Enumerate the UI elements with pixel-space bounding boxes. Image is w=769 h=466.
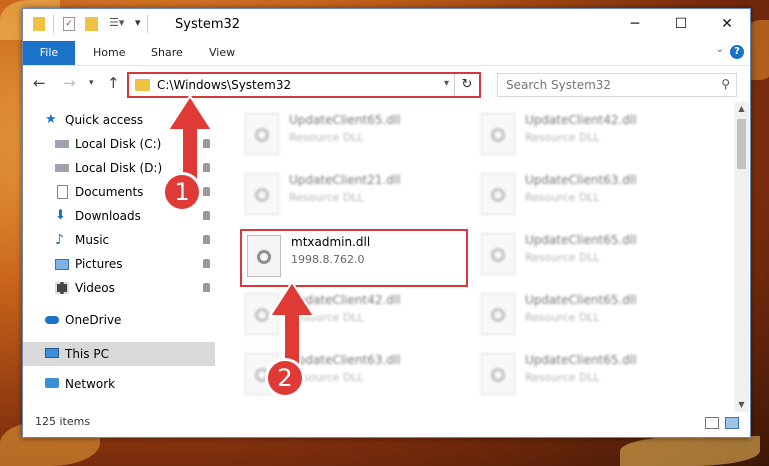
dll-file-icon (481, 233, 515, 275)
list-item[interactable]: UpdateClient65.dll Resource DLL (245, 109, 465, 161)
close-button[interactable]: ✕ (704, 9, 750, 39)
file-description: Resource DLL (525, 311, 600, 324)
file-name: UpdateClient65.dll (525, 353, 637, 367)
sidebar-item-label: Pictures (75, 257, 123, 271)
separator (53, 15, 54, 33)
file-name: UpdateClient63.dll (525, 173, 637, 187)
file-description: Resource DLL (525, 371, 600, 384)
window-title: System32 (175, 17, 241, 32)
sidebar-item-label: Downloads (75, 209, 141, 223)
network-icon (45, 378, 59, 388)
dll-file-icon (481, 353, 515, 395)
file-name: UpdateClient65.dll (525, 233, 637, 247)
dll-file-icon (245, 173, 279, 215)
list-item[interactable]: UpdateClient65.dll Resource DLL (481, 229, 701, 281)
file-description: Resource DLL (525, 191, 600, 204)
dll-file-icon (481, 173, 515, 215)
picture-icon (55, 259, 69, 270)
star-icon: ★ (45, 112, 57, 127)
cloud-icon (45, 316, 59, 324)
background-leaf (620, 436, 760, 466)
video-icon (55, 282, 69, 294)
sidebar-item-label: Local Disk (C:) (75, 137, 162, 151)
search-input[interactable] (504, 77, 708, 93)
callout-badge-1: 1 (162, 172, 202, 212)
document-icon (57, 185, 68, 199)
search-icon: ⚲ (721, 77, 730, 91)
recent-locations-icon[interactable]: ▾ (89, 78, 94, 88)
search-box[interactable]: ⚲ (497, 73, 737, 97)
file-description: Resource DLL (289, 131, 364, 144)
highlight-box (240, 229, 468, 287)
sidebar-item-label: Quick access (65, 113, 144, 127)
address-bar[interactable]: C:\Windows\System32 ▾ ↻ (127, 72, 481, 98)
title-bar: ✓ ☰▾ ▾ System32 ─ ☐ ✕ (23, 9, 750, 39)
download-icon: ⬇ (55, 208, 66, 223)
tab-view[interactable]: View (209, 41, 235, 65)
up-arrow-icon[interactable]: ↑ (107, 74, 120, 92)
tab-share[interactable]: Share (151, 41, 183, 65)
scroll-up-icon[interactable]: ▲ (734, 102, 749, 116)
dll-file-icon (481, 113, 515, 155)
file-description: Resource DLL (525, 131, 600, 144)
folder-icon (135, 79, 150, 91)
scrollbar-thumb[interactable] (737, 119, 746, 169)
expand-ribbon-icon[interactable]: ⌄ (716, 44, 724, 55)
file-name: UpdateClient21.dll (289, 173, 401, 187)
sidebar-item-label: Network (65, 377, 116, 391)
tab-home[interactable]: Home (93, 41, 125, 65)
dll-file-icon (245, 113, 279, 155)
sidebar-item-label: Videos (75, 281, 115, 295)
music-icon: ♪ (55, 232, 64, 248)
drive-icon (55, 164, 69, 172)
vertical-scrollbar[interactable]: ▲ ▼ (734, 102, 749, 412)
details-view-icon[interactable] (705, 417, 719, 429)
file-name: UpdateClient42.dll (525, 113, 637, 127)
list-item[interactable]: UpdateClient65.dll Resource DLL (481, 349, 701, 401)
sidebar-item-label: OneDrive (65, 313, 122, 327)
properties-icon[interactable]: ✓ (63, 17, 75, 31)
sidebar-item-label: Documents (75, 185, 144, 199)
file-description: Resource DLL (525, 251, 600, 264)
forward-arrow-icon[interactable]: → (63, 74, 76, 92)
pin-icon[interactable] (203, 235, 210, 244)
scroll-down-icon[interactable]: ▼ (734, 398, 749, 412)
back-arrow-icon[interactable]: ← (33, 74, 46, 92)
separator (147, 15, 148, 33)
customize-toolbar-icon[interactable]: ☰▾ (109, 16, 124, 29)
ribbon-tabs: File Home Share View ⌄ ? (23, 39, 750, 66)
address-dropdown-icon[interactable]: ▾ (444, 78, 449, 89)
minimize-button[interactable]: ─ (612, 9, 658, 39)
sidebar-item-label: This PC (65, 347, 109, 361)
explorer-window: ✓ ☰▾ ▾ System32 ─ ☐ ✕ File Home Share Vi… (22, 8, 751, 438)
dll-file-icon (481, 293, 515, 335)
item-count: 125 items (35, 415, 91, 428)
list-item[interactable]: UpdateClient65.dll Resource DLL (481, 289, 701, 341)
large-icons-view-icon[interactable] (725, 417, 739, 429)
sidebar-item-label: Local Disk (D:) (75, 161, 163, 175)
list-item[interactable]: UpdateClient63.dll Resource DLL (481, 169, 701, 221)
help-button[interactable]: ? (730, 45, 744, 59)
list-item[interactable]: UpdateClient21.dll Resource DLL (245, 169, 465, 221)
file-name: UpdateClient65.dll (289, 113, 401, 127)
callout-badge-2: 2 (265, 358, 305, 398)
list-item[interactable]: UpdateClient42.dll Resource DLL (481, 109, 701, 161)
pin-icon[interactable] (203, 259, 210, 268)
sidebar-item-label: Music (75, 233, 110, 247)
address-path[interactable]: C:\Windows\System32 (157, 78, 291, 92)
folder-icon (33, 17, 45, 31)
file-name: UpdateClient65.dll (525, 293, 637, 307)
maximize-button[interactable]: ☐ (658, 9, 704, 39)
pin-icon[interactable] (203, 283, 210, 292)
quick-access-dropdown-icon[interactable]: ▾ (135, 16, 141, 29)
drive-icon (55, 140, 69, 148)
new-folder-icon[interactable] (85, 17, 98, 31)
file-description: Resource DLL (289, 191, 364, 204)
refresh-icon[interactable]: ↻ (454, 74, 479, 96)
pin-icon[interactable] (203, 211, 210, 220)
computer-icon (45, 348, 59, 358)
tab-file[interactable]: File (23, 41, 75, 65)
